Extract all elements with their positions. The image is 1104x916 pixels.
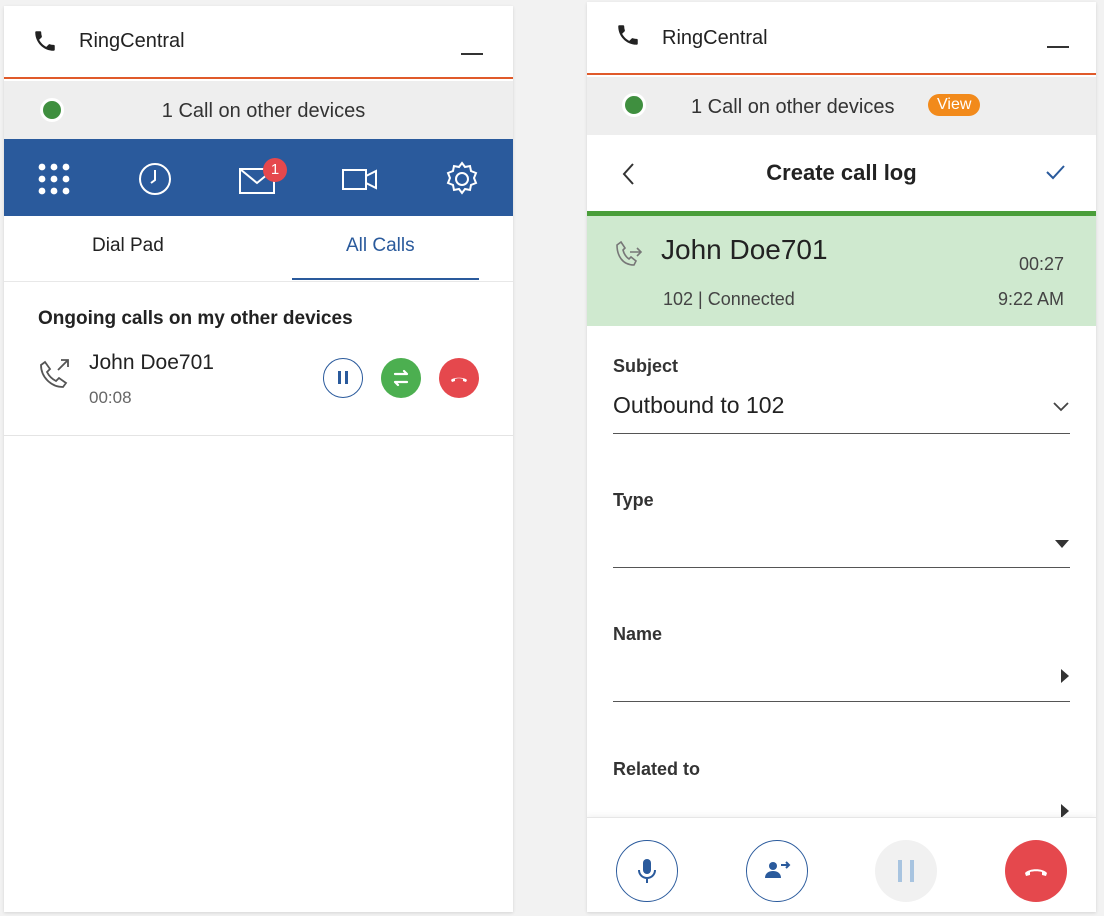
save-check-icon[interactable]: [1044, 163, 1066, 186]
transfer-button[interactable]: [746, 840, 808, 902]
main-nav: 1: [4, 139, 513, 216]
call-time: 9:22 AM: [997, 289, 1064, 309]
mute-button[interactable]: [616, 840, 678, 902]
dialpad-icon[interactable]: [35, 161, 75, 197]
active-tab-indicator: [292, 278, 479, 280]
history-icon[interactable]: [135, 161, 175, 197]
type-label: Type: [613, 490, 654, 510]
section-title: Ongoing calls on my other devices: [38, 308, 353, 329]
call-controls: [587, 817, 1096, 912]
name-field[interactable]: Name: [613, 624, 1070, 702]
list-item[interactable]: John Doe701 00:08: [4, 346, 513, 436]
chevron-down-icon[interactable]: [1052, 400, 1070, 418]
subject-value: Outbound to 102: [613, 392, 785, 418]
call-status: 102 | Connected: [663, 289, 795, 309]
call-duration: 00:08: [89, 388, 132, 407]
app-title: RingCentral: [662, 27, 768, 49]
app-title: RingCentral: [79, 30, 185, 52]
title-bar: RingCentral: [587, 2, 1096, 75]
left-widget: RingCentral 1 Call on other devices 1 Di…: [4, 6, 513, 912]
page-title: Create call log: [766, 160, 917, 185]
hangup-button[interactable]: [1005, 840, 1067, 902]
tab-dial-pad[interactable]: Dial Pad: [92, 235, 164, 257]
pause-icon: [338, 371, 348, 384]
presence-dot: [622, 93, 646, 117]
hold-button[interactable]: [323, 358, 363, 398]
status-text: 1 Call on other devices: [691, 96, 895, 118]
call-log-header: Create call log: [587, 135, 1096, 212]
minimize-button[interactable]: [461, 53, 483, 55]
outbound-call-icon: [613, 238, 643, 277]
phone-icon: [32, 28, 58, 54]
caret-right-icon[interactable]: [1060, 668, 1070, 689]
tab-all-calls[interactable]: All Calls: [346, 235, 415, 257]
mute-icon: [638, 859, 656, 883]
hangup-button[interactable]: [439, 358, 479, 398]
title-bar: RingCentral: [4, 6, 513, 79]
phone-icon: [615, 22, 641, 48]
hold-button[interactable]: [875, 840, 937, 902]
right-widget: RingCentral 1 Call on other devices View…: [587, 2, 1096, 912]
related-to-label: Related to: [613, 759, 701, 779]
hold-icon: [898, 860, 914, 882]
transfer-icon: [765, 861, 791, 878]
subject-label: Subject: [613, 356, 679, 376]
hangup-icon: [451, 377, 467, 382]
settings-icon[interactable]: [442, 161, 482, 197]
active-call-card: John Doe701 102 | Connected 00:27 9:22 A…: [587, 211, 1096, 326]
status-text: 1 Call on other devices: [161, 100, 366, 122]
call-duration: 00:27: [1018, 254, 1064, 274]
dropdown-caret-icon[interactable]: [1054, 536, 1070, 554]
name-label: Name: [613, 624, 663, 644]
video-icon[interactable]: [340, 161, 380, 197]
other-devices-bar[interactable]: 1 Call on other devices: [4, 81, 513, 141]
flip-button[interactable]: [381, 358, 421, 398]
switch-icon: [393, 369, 409, 387]
view-button[interactable]: View: [928, 94, 981, 116]
other-devices-bar[interactable]: 1 Call on other devices View: [587, 77, 1096, 135]
hangup-icon: [1025, 869, 1047, 876]
outbound-call-icon: [36, 356, 72, 397]
minimize-button[interactable]: [1047, 46, 1069, 48]
tab-bar: Dial Pad All Calls: [4, 216, 513, 282]
messages-badge: 1: [263, 158, 287, 182]
subject-field[interactable]: Subject Outbound to 102: [613, 356, 1070, 434]
type-select[interactable]: Type: [613, 490, 1070, 568]
caller-name: John Doe701: [661, 234, 828, 265]
caller-name: John Doe701: [89, 351, 214, 374]
